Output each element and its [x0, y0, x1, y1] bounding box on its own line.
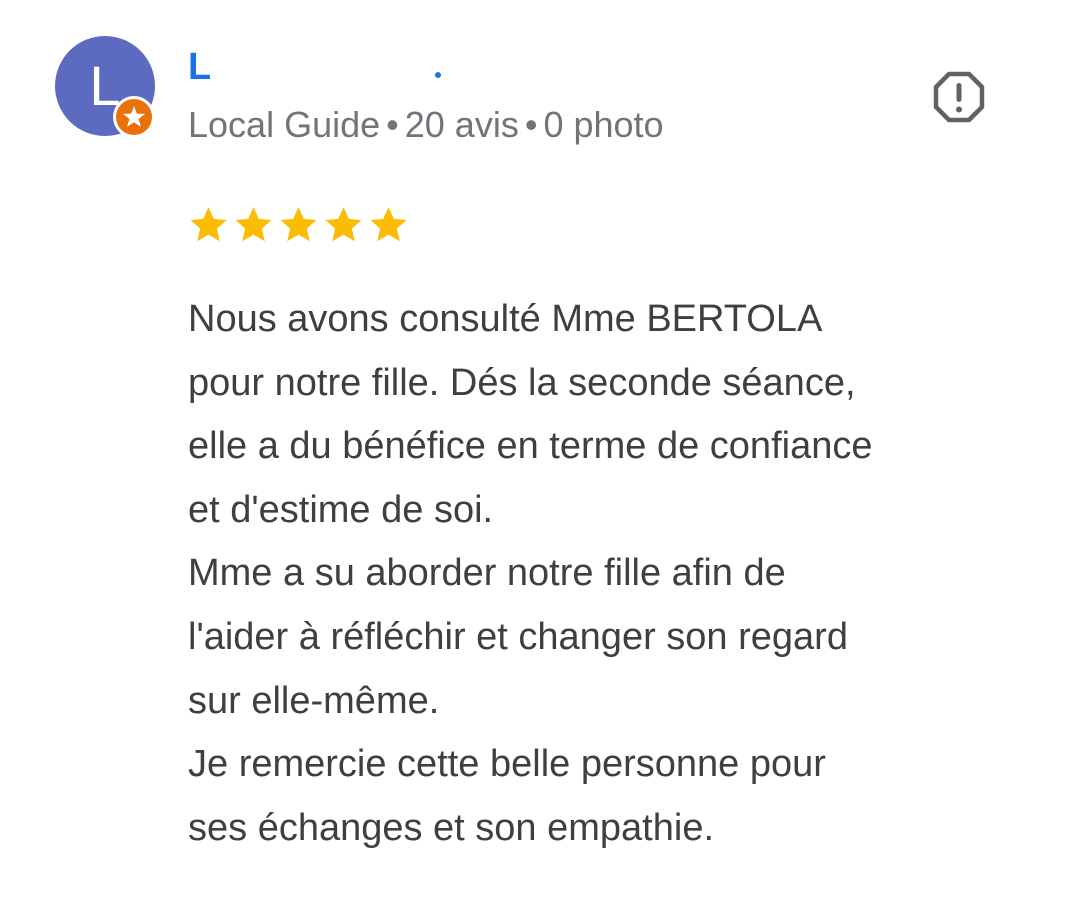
review-text-line: pour notre fille. Dés la seconde séance,: [188, 361, 856, 404]
star-icon: [233, 204, 274, 245]
review-count: 20 avis: [404, 104, 519, 145]
report-flag-icon: [933, 71, 985, 123]
star-icon: [323, 204, 364, 245]
review-text-line: elle a du bénéfice en terme de confiance: [188, 425, 873, 468]
review-text: Nous avons consulté Mme BERTOLA pour notr…: [188, 288, 1048, 860]
author-meta: Local Guide • 20 avis • 0 photo: [188, 103, 664, 147]
review-text-line: Je remercie cette belle personne pour: [188, 743, 826, 786]
star-rating: [188, 204, 409, 245]
review-text-line: et d'estime de soi.: [188, 488, 494, 531]
review-text-line: l'aider à réfléchir et changer son regar…: [188, 615, 848, 658]
local-guide-badge: [113, 96, 155, 138]
meta-separator: •: [524, 104, 538, 145]
star-icon: [368, 204, 409, 245]
redacted-name-mark: [435, 72, 441, 78]
meta-separator: •: [386, 104, 399, 145]
review-text-line: ses échanges et son empathie.: [188, 806, 715, 849]
photo-count: 0 photo: [543, 104, 664, 145]
review-text-line: Nous avons consulté Mme BERTOLA: [188, 298, 823, 340]
review-text-line: sur elle-même.: [188, 679, 440, 722]
local-guide-label: Local Guide: [188, 104, 381, 145]
star-icon: [188, 204, 229, 245]
local-guide-star-icon: [116, 99, 152, 135]
review-text-line: Mme a su aborder notre fille afin de: [188, 552, 786, 595]
report-button[interactable]: [932, 70, 986, 124]
star-icon: [278, 204, 319, 245]
author-name[interactable]: L: [188, 44, 211, 90]
review-card: L L Local Guide • 20 avis • 0 photo Nous avo…: [0, 0, 1069, 899]
